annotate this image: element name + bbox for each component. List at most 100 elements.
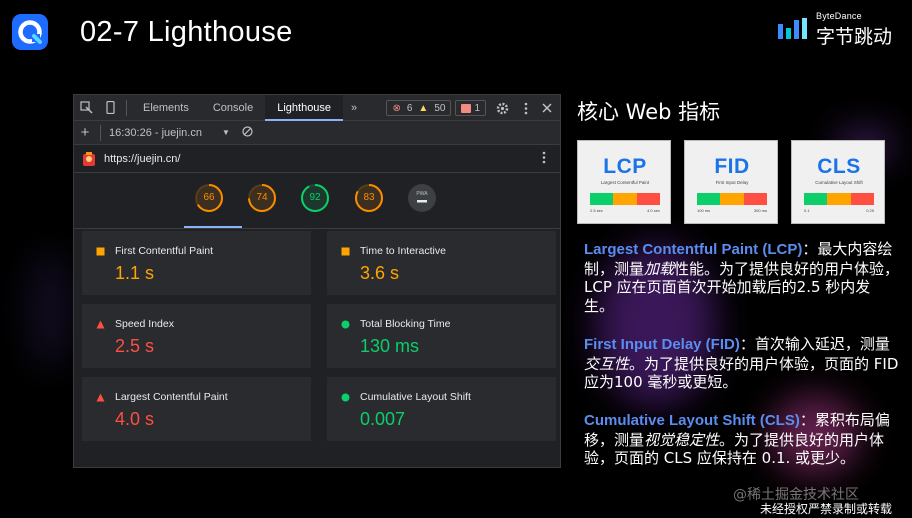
threshold-band xyxy=(590,193,614,205)
average-square-icon xyxy=(341,247,350,256)
score-value: 92 xyxy=(309,192,321,203)
threshold-band xyxy=(613,193,637,205)
cls-emphasis: 视觉稳定性 xyxy=(644,430,720,449)
vital-full-name: Largest Contentful Paint xyxy=(600,180,650,185)
device-toolbar-icon[interactable] xyxy=(98,95,122,121)
metric-name: First Contentful Paint xyxy=(115,245,214,257)
score-value: 83 xyxy=(363,192,375,203)
cls-description: Cumulative Layout Shift (CLS)：累积布局偏移，测量视… xyxy=(584,411,900,468)
brand-name-cn: 字节跳动 xyxy=(816,26,893,48)
metric-card: Total Blocking Time 130 ms xyxy=(327,304,556,368)
score-value: 74 xyxy=(256,192,268,203)
metric-value: 1.1 s xyxy=(115,263,155,283)
score-gauge[interactable]: PWA xyxy=(407,183,437,213)
vital-threshold-labels: 2.5 sec 4.0 sec xyxy=(590,208,660,213)
metrics-grid: First Contentful Paint 1.1 s Time to Inter… xyxy=(74,229,560,443)
warning-icon: ▲ xyxy=(418,102,429,114)
lcp-term: Largest Contentful Paint (LCP) xyxy=(584,241,803,258)
metric-name: Time to Interactive xyxy=(360,245,446,257)
threshold-band xyxy=(697,193,721,205)
threshold-band xyxy=(720,193,744,205)
metric-value: 130 ms xyxy=(360,336,420,356)
lcp-description: Largest Contentful Paint (LCP)：最大内容绘制，测量… xyxy=(584,240,900,315)
issue-icon xyxy=(461,103,472,113)
more-tabs-button[interactable]: » xyxy=(343,102,365,114)
threshold-label: 2.5 sec xyxy=(590,208,603,213)
clear-reports-icon[interactable] xyxy=(242,125,253,140)
vital-full-name: First Input Delay xyxy=(715,180,749,185)
threshold-label: 0.25 xyxy=(866,208,874,213)
warning-count: 50 xyxy=(434,102,446,114)
threshold-label: 0.1 xyxy=(804,208,810,213)
metric-value: 3.6 s xyxy=(360,263,400,283)
threshold-band xyxy=(827,193,851,205)
vital-threshold-bar xyxy=(590,193,660,205)
score-gauge[interactable]: 92 xyxy=(300,183,330,213)
metric-name: Largest Contentful Paint xyxy=(115,391,228,403)
fid-text-2: 。为了提供良好的用户体验，页面的 FID 应为100 毫秒或更短。 xyxy=(584,354,899,392)
decor-glow xyxy=(30,250,70,370)
metric-card: Speed Index 2.5 s xyxy=(82,304,311,368)
console-counts-badge[interactable]: ⊗ 6 ▲ 50 xyxy=(386,100,452,116)
bytedance-logo: ByteDance 字节跳动 xyxy=(778,10,902,48)
issue-count: 1 xyxy=(474,102,480,114)
fail-triangle-icon xyxy=(96,393,105,402)
slide-title: 02-7 Lighthouse xyxy=(80,16,293,48)
brand-name-en: ByteDance xyxy=(816,11,862,21)
more-options-icon[interactable] xyxy=(518,95,534,121)
vital-threshold-labels: 0.1 0.25 xyxy=(804,208,874,213)
report-dropdown-icon[interactable]: ▼ xyxy=(222,128,230,137)
lcp-emphasis: 加载 xyxy=(644,259,675,278)
site-favicon-icon xyxy=(74,151,104,167)
score-value: 66 xyxy=(203,192,215,203)
devtools-window: Elements Console Lighthouse » ⊗ 6 ▲ 50 1 xyxy=(73,94,561,468)
pass-circle-icon xyxy=(341,320,350,329)
metric-card: Time to Interactive 3.6 s xyxy=(327,231,556,295)
vital-full-name: Cumulative Layout Shift xyxy=(815,180,863,185)
slide: 02-7 Lighthouse ByteDance 字节跳动 Elements … xyxy=(0,0,912,518)
threshold-band xyxy=(850,193,874,205)
fail-triangle-icon xyxy=(96,320,105,329)
lighthouse-toolbar: + 16:30:26 - juejin.cn ▼ xyxy=(74,121,560,145)
threshold-band xyxy=(804,193,828,205)
error-count: 6 xyxy=(406,102,413,114)
score-value: PWA xyxy=(416,191,428,197)
settings-gear-icon[interactable] xyxy=(490,95,514,121)
metric-card: Cumulative Layout Shift 0.007 xyxy=(327,377,556,441)
report-selector[interactable]: 16:30:26 - juejin.cn xyxy=(109,127,202,139)
fid-text-1: ：首次输入延迟，测量 xyxy=(739,335,890,353)
metric-value: 4.0 s xyxy=(115,409,155,429)
metric-card: Largest Contentful Paint 4.0 s xyxy=(82,377,311,441)
threshold-band xyxy=(743,193,767,205)
url-menu-icon[interactable] xyxy=(542,151,546,167)
divider xyxy=(100,124,101,141)
cls-term: Cumulative Layout Shift (CLS) xyxy=(584,412,800,429)
metric-name: Cumulative Layout Shift xyxy=(360,391,471,403)
threshold-band xyxy=(636,193,660,205)
tab-elements[interactable]: Elements xyxy=(131,95,201,121)
vitals-cards: LCP Largest Contentful Paint 2.5 sec 4.0 se… xyxy=(577,140,885,226)
score-gauge[interactable]: 66 xyxy=(194,183,224,213)
threshold-label: 300 ms xyxy=(753,208,767,213)
devtools-status-area: ⊗ 6 ▲ 50 1 xyxy=(386,95,556,121)
fid-description: First Input Delay (FID)：首次输入延迟，测量交互性。为了提… xyxy=(584,335,900,392)
tab-console[interactable]: Console xyxy=(201,95,265,121)
tab-lighthouse[interactable]: Lighthouse xyxy=(265,95,344,121)
core-web-vitals-title: 核心 Web 指标 xyxy=(577,100,721,124)
issues-badge[interactable]: 1 xyxy=(455,100,486,116)
report-url-bar: https://juejin.cn/ xyxy=(74,145,560,173)
metric-name: Total Blocking Time xyxy=(360,318,451,330)
score-gauges: 66 74 92 83 PWA xyxy=(74,173,560,229)
metric-value: 0.007 xyxy=(360,409,406,429)
inspect-element-icon[interactable] xyxy=(74,95,98,121)
error-icon: ⊗ xyxy=(392,102,401,114)
new-report-button[interactable]: + xyxy=(74,124,96,141)
close-icon[interactable] xyxy=(538,95,556,121)
fid-term: First Input Delay (FID) xyxy=(584,336,740,353)
vital-card-lcp: LCP Largest Contentful Paint 2.5 sec 4.0 se… xyxy=(577,140,671,224)
bytedance-logo-icon xyxy=(778,18,807,39)
score-gauge[interactable]: 74 xyxy=(247,183,277,213)
score-gauge[interactable]: 83 xyxy=(354,183,384,213)
vital-card-fid: FID First Input Delay 100 ms 300 ms xyxy=(684,140,778,224)
divider xyxy=(126,99,127,116)
